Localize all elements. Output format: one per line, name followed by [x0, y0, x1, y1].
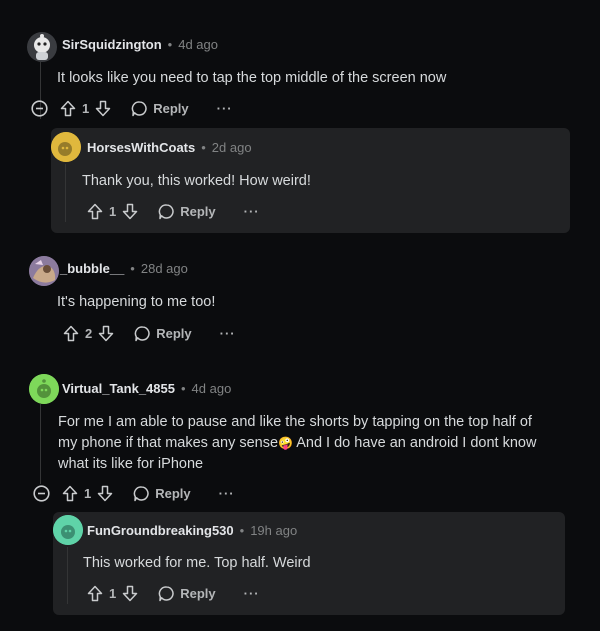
- reply-button[interactable]: Reply: [158, 585, 216, 602]
- collapse-icon: [31, 100, 48, 117]
- comment-body: For me I am able to pause and like the s…: [58, 412, 536, 475]
- author-name[interactable]: FunGroundbreaking530: [87, 523, 234, 538]
- downvote-icon: [122, 585, 138, 602]
- reply-button[interactable]: Reply: [134, 325, 192, 342]
- comment-bubble-icon: [158, 204, 174, 220]
- comment-actions: 1 Reply ···: [33, 485, 235, 502]
- snoo-avatar-icon: [27, 32, 57, 62]
- upvote-button[interactable]: [87, 203, 103, 220]
- comment-bubble-icon: [158, 586, 174, 602]
- author-name[interactable]: _bubble__: [60, 261, 124, 276]
- avatar[interactable]: [51, 132, 81, 162]
- timestamp: 4d ago: [191, 381, 232, 396]
- timestamp: 4d ago: [178, 37, 218, 52]
- separator: •: [180, 381, 186, 396]
- comment-header: Virtual_Tank_4855 • 4d ago: [62, 381, 231, 396]
- separator: •: [167, 37, 173, 52]
- comment-text: my phone if that makes any sense: [58, 435, 279, 451]
- profile-photo-icon: [29, 256, 59, 286]
- comment-body: Thank you, this worked! How weird!: [82, 173, 311, 189]
- upvote-button[interactable]: [60, 100, 76, 117]
- timestamp: 2d ago: [211, 140, 252, 155]
- snoo-avatar-icon: [51, 132, 81, 162]
- author-name[interactable]: SirSquidzington: [62, 37, 162, 52]
- upvote-icon: [87, 585, 103, 602]
- comment-line: my phone if that makes any sense🤪 And I …: [58, 433, 536, 454]
- reply-label: Reply: [180, 204, 216, 219]
- comment-body: This worked for me. Top half. Weird: [83, 555, 311, 571]
- reply-button[interactable]: Reply: [158, 203, 216, 220]
- upvote-icon: [87, 203, 103, 220]
- comment-header: _bubble__ • 28d ago: [60, 261, 188, 276]
- more-options-button[interactable]: ···: [217, 101, 233, 116]
- downvote-icon: [98, 325, 114, 342]
- downvote-button[interactable]: [97, 485, 113, 502]
- snoo-avatar-icon: [29, 374, 59, 404]
- downvote-button[interactable]: [98, 325, 114, 342]
- upvote-icon: [62, 485, 78, 502]
- comment-bubble-icon: [131, 101, 147, 117]
- vote-count: 1: [84, 486, 92, 501]
- avatar[interactable]: [53, 515, 83, 545]
- collapse-button[interactable]: [31, 100, 48, 117]
- downvote-button[interactable]: [122, 585, 138, 602]
- comment-header: FunGroundbreaking530 • 19h ago: [87, 523, 297, 538]
- reply-label: Reply: [153, 101, 189, 116]
- timestamp: 19h ago: [250, 523, 298, 538]
- comment-header: HorsesWithCoats • 2d ago: [87, 140, 252, 155]
- avatar[interactable]: [29, 374, 59, 404]
- vote-count: 2: [85, 326, 93, 341]
- collapse-button[interactable]: [33, 485, 50, 502]
- downvote-button[interactable]: [122, 203, 138, 220]
- comment-header: SirSquidzington • 4d ago: [62, 37, 218, 52]
- upvote-icon: [60, 100, 76, 117]
- comment-bubble-icon: [134, 326, 150, 342]
- comment-text: And I do have an android I dont know: [293, 435, 537, 451]
- snoo-avatar-icon: [53, 515, 83, 545]
- more-options-button[interactable]: ···: [220, 326, 236, 341]
- reply-label: Reply: [155, 486, 191, 501]
- vote-count: 1: [109, 586, 117, 601]
- comment-line: what its like for iPhone: [58, 456, 204, 472]
- author-name[interactable]: Virtual_Tank_4855: [62, 381, 175, 396]
- comment-actions: 1 Reply ···: [87, 203, 260, 220]
- vote-count: 1: [109, 204, 117, 219]
- reply-label: Reply: [156, 326, 192, 341]
- timestamp: 28d ago: [140, 261, 188, 276]
- comment-actions: 1 Reply ···: [31, 100, 233, 117]
- more-options-button[interactable]: ···: [244, 204, 260, 219]
- comment-actions: 2 Reply ···: [63, 325, 236, 342]
- downvote-button[interactable]: [95, 100, 111, 117]
- more-options-button[interactable]: ···: [219, 486, 235, 501]
- upvote-icon: [63, 325, 79, 342]
- downvote-icon: [97, 485, 113, 502]
- collapse-icon: [33, 485, 50, 502]
- reply-label: Reply: [180, 586, 216, 601]
- zany-face-emoji: 🤪: [278, 436, 293, 450]
- upvote-button[interactable]: [63, 325, 79, 342]
- comment-body: It looks like you need to tap the top mi…: [57, 70, 447, 86]
- comment-body: It's happening to me too!: [57, 294, 216, 310]
- upvote-button[interactable]: [87, 585, 103, 602]
- comment-actions: 1 Reply ···: [87, 585, 260, 602]
- separator: •: [239, 523, 245, 538]
- comment-bubble-icon: [133, 486, 149, 502]
- downvote-icon: [122, 203, 138, 220]
- avatar[interactable]: [29, 256, 59, 286]
- reply-button[interactable]: Reply: [131, 100, 189, 117]
- upvote-button[interactable]: [62, 485, 78, 502]
- thread-line: [40, 404, 41, 484]
- separator: •: [130, 261, 135, 276]
- separator: •: [201, 140, 206, 155]
- avatar[interactable]: [27, 32, 57, 62]
- comment-line: For me I am able to pause and like the s…: [58, 414, 532, 430]
- downvote-icon: [95, 100, 111, 117]
- vote-count: 1: [82, 101, 90, 116]
- more-options-button[interactable]: ···: [244, 586, 260, 601]
- thread-line: [67, 547, 68, 604]
- reply-button[interactable]: Reply: [133, 485, 191, 502]
- thread-line: [65, 164, 66, 222]
- author-name[interactable]: HorsesWithCoats: [87, 140, 195, 155]
